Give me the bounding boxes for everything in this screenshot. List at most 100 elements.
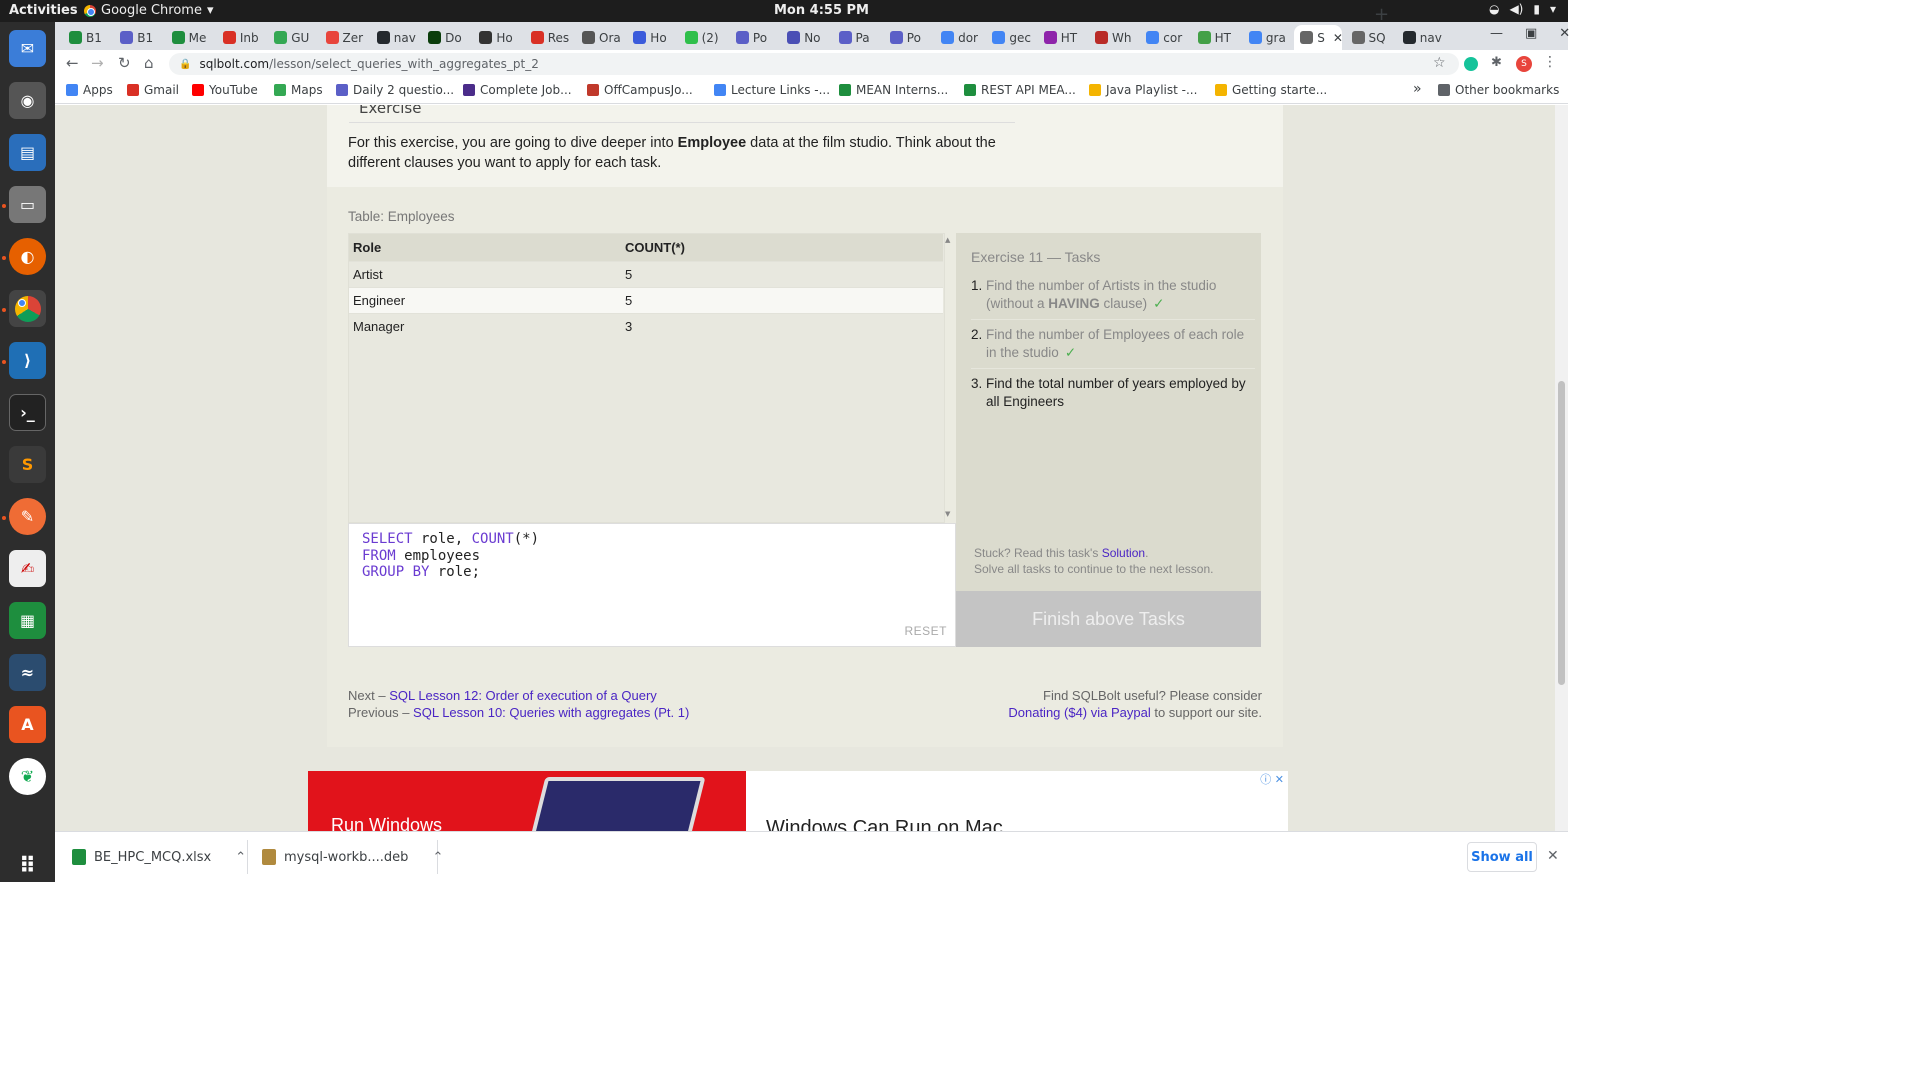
- system-tray[interactable]: ◒ ◀) ▮ ▾: [1489, 2, 1556, 16]
- scroll-up-icon[interactable]: ▲: [945, 236, 950, 244]
- browser-tab[interactable]: Ho: [473, 25, 521, 50]
- browser-tab[interactable]: HT: [1192, 25, 1240, 50]
- address-bar[interactable]: 🔒 sqlbolt.com/lesson/select_queries_with…: [169, 53, 1459, 75]
- show-all-button[interactable]: Show all: [1467, 842, 1537, 872]
- solution-link[interactable]: Solution: [1102, 546, 1145, 560]
- browser-tab[interactable]: Wh: [1089, 25, 1137, 50]
- grammarly-icon[interactable]: [1464, 57, 1478, 71]
- browser-tab[interactable]: No: [781, 25, 829, 50]
- browser-tab[interactable]: S ✕: [1294, 25, 1343, 50]
- profile-avatar[interactable]: S: [1516, 56, 1532, 72]
- tab-close-icon[interactable]: ✕: [1333, 31, 1343, 45]
- bookmark-item[interactable]: OffCampusJo...: [587, 83, 693, 97]
- show-apps-icon[interactable]: ⠿: [9, 848, 46, 885]
- query-result-panel[interactable]: Role COUNT(*) Artist 5 Engineer 5 Manage…: [348, 233, 950, 523]
- bookmark-item[interactable]: Lecture Links -...: [714, 83, 830, 97]
- software-center-icon[interactable]: A: [9, 706, 46, 743]
- browser-tab[interactable]: Zer: [320, 25, 368, 50]
- browser-tab[interactable]: GU: [268, 25, 316, 50]
- browser-tab[interactable]: SQ: [1346, 25, 1394, 50]
- app-menu[interactable]: Google Chrome ▾: [84, 3, 214, 18]
- postman-icon[interactable]: ✎: [9, 498, 46, 535]
- advertisement-banner[interactable]: Run Windows Windows Can Run on Mac ⓘ ✕: [308, 771, 1288, 831]
- restore-icon[interactable]: ▣: [1525, 26, 1537, 41]
- thunderbird-icon[interactable]: ✉: [9, 30, 46, 67]
- download-item[interactable]: mysql-workb....deb ⌃: [262, 849, 443, 865]
- scroll-down-icon[interactable]: ▼: [945, 510, 950, 518]
- donate-link[interactable]: Donating ($4) via Paypal: [1008, 705, 1150, 720]
- mysql-workbench-icon[interactable]: ≈: [9, 654, 46, 691]
- bookmarks-overflow[interactable]: »: [1413, 81, 1422, 97]
- browser-tab[interactable]: gec: [986, 25, 1034, 50]
- browser-tab[interactable]: Inb: [217, 25, 265, 50]
- scrollbar-thumb[interactable]: [1558, 381, 1565, 685]
- browser-tab[interactable]: Po: [884, 25, 932, 50]
- calc-icon[interactable]: ▦: [9, 602, 46, 639]
- sql-code[interactable]: SELECT role, COUNT(*) FROM employees GRO…: [362, 531, 539, 581]
- minimize-icon[interactable]: —: [1490, 26, 1503, 41]
- next-lesson-link[interactable]: SQL Lesson 12: Order of execution of a Q…: [389, 688, 657, 703]
- chevron-up-icon[interactable]: ⌃: [432, 850, 443, 865]
- bookmark-item[interactable]: Gmail: [127, 83, 179, 97]
- clock[interactable]: Mon 4:55 PM: [774, 3, 869, 18]
- mongodb-icon[interactable]: ❦: [9, 758, 46, 795]
- bookmark-item[interactable]: YouTube: [192, 83, 258, 97]
- rhythmbox-icon[interactable]: ◉: [9, 82, 46, 119]
- download-item[interactable]: BE_HPC_MCQ.xlsx ⌃: [72, 849, 246, 865]
- terminal-icon[interactable]: ›_: [9, 394, 46, 431]
- bookmark-item[interactable]: Maps: [274, 83, 323, 97]
- browser-tab[interactable]: (2): [679, 25, 727, 50]
- browser-tab[interactable]: dor: [935, 25, 983, 50]
- browser-tab[interactable]: Ora: [576, 25, 624, 50]
- pdf-viewer-icon[interactable]: ✍: [9, 550, 46, 587]
- ad-headline[interactable]: Windows Can Run on Mac: [766, 817, 1003, 831]
- extensions-icon[interactable]: ✱: [1491, 55, 1505, 70]
- activities-button[interactable]: Activities: [9, 3, 78, 18]
- home-icon[interactable]: ⌂: [144, 54, 154, 72]
- forward-icon[interactable]: →: [91, 54, 104, 72]
- close-icon[interactable]: ✕: [1547, 848, 1559, 864]
- bookmark-item[interactable]: REST API MEA...: [964, 83, 1076, 97]
- sql-editor[interactable]: SELECT role, COUNT(*) FROM employees GRO…: [348, 523, 956, 647]
- reload-icon[interactable]: ↻: [118, 54, 131, 72]
- back-icon[interactable]: ←: [66, 54, 79, 72]
- browser-tab[interactable]: Ho: [627, 25, 675, 50]
- other-bookmarks[interactable]: Other bookmarks: [1438, 83, 1559, 97]
- result-scrollbar[interactable]: ▲ ▼: [943, 234, 955, 524]
- browser-tab[interactable]: B1: [114, 25, 162, 50]
- menu-icon[interactable]: ⋮: [1543, 54, 1557, 70]
- bookmark-item[interactable]: Java Playlist -...: [1089, 83, 1197, 97]
- page-scrollbar[interactable]: [1555, 105, 1568, 831]
- browser-tab[interactable]: B1: [63, 25, 111, 50]
- vscode-icon[interactable]: ⟩: [9, 342, 46, 379]
- finish-tasks-button[interactable]: Finish above Tasks: [956, 591, 1261, 647]
- writer-icon[interactable]: ▤: [9, 134, 46, 171]
- chevron-up-icon[interactable]: ⌃: [235, 850, 246, 865]
- firefox-icon[interactable]: ◐: [9, 238, 46, 275]
- browser-tab[interactable]: Po: [730, 25, 778, 50]
- bookmark-item[interactable]: Apps: [66, 83, 113, 97]
- bookmark-item[interactable]: MEAN Interns...: [839, 83, 948, 97]
- close-icon[interactable]: ✕: [1559, 26, 1570, 41]
- bookmark-item[interactable]: Complete Job...: [463, 83, 572, 97]
- sublime-icon[interactable]: S: [9, 446, 46, 483]
- browser-tab[interactable]: Pa: [833, 25, 881, 50]
- bookmark-item[interactable]: Daily 2 questio...: [336, 83, 454, 97]
- bookmark-star-icon[interactable]: ☆: [1433, 55, 1446, 71]
- browser-tab[interactable]: cor: [1140, 25, 1188, 50]
- ad-choices-icon[interactable]: ⓘ ✕: [1260, 771, 1284, 787]
- browser-tab[interactable]: Do: [422, 25, 470, 50]
- chrome-icon[interactable]: [9, 290, 46, 327]
- reset-button[interactable]: RESET: [904, 624, 947, 638]
- bookmark-item[interactable]: Getting starte...: [1215, 83, 1327, 97]
- new-tab-button[interactable]: +: [1374, 4, 1389, 25]
- browser-tab[interactable]: HT: [1038, 25, 1086, 50]
- ad-image[interactable]: Run Windows: [308, 771, 746, 831]
- browser-tab[interactable]: gra: [1243, 25, 1291, 50]
- browser-tab[interactable]: nav: [371, 25, 419, 50]
- browser-tab[interactable]: nav: [1397, 25, 1445, 50]
- previous-lesson-link[interactable]: SQL Lesson 10: Queries with aggregates (…: [413, 705, 689, 720]
- browser-tab[interactable]: Res: [525, 25, 573, 50]
- files-icon[interactable]: ▭: [9, 186, 46, 223]
- browser-tab[interactable]: Me: [166, 25, 214, 50]
